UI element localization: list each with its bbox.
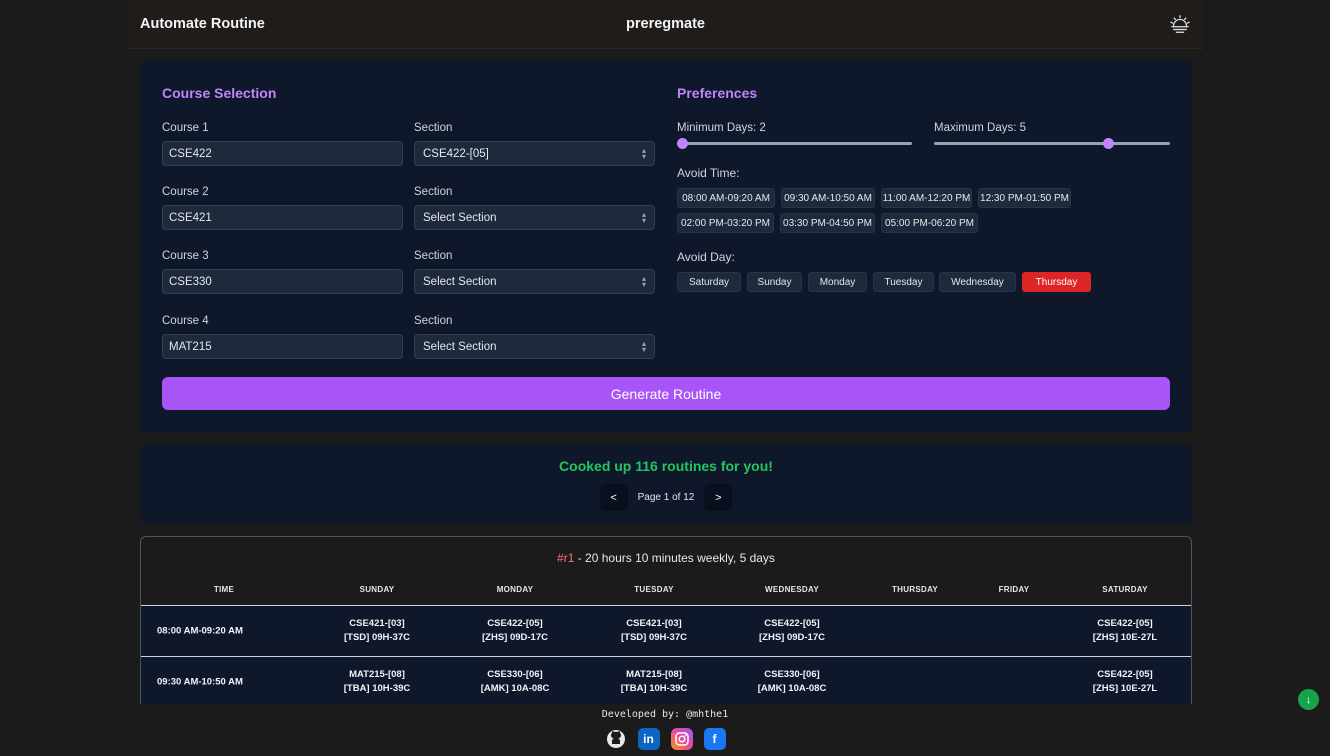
avoid-day-tuesday[interactable]: Tuesday — [873, 272, 934, 292]
avoid-time-chip[interactable]: 11:00 AM-12:20 PM — [881, 188, 972, 208]
course-1-label: Course 1 — [162, 122, 209, 134]
section-2-value: Select Section — [423, 211, 497, 224]
results-panel: Cooked up 116 routines for you! < Page 1… — [140, 444, 1192, 524]
sunrise-icon — [1170, 15, 1190, 33]
section-2-select[interactable]: Select Section ▴ ▾ — [414, 205, 655, 230]
routine-table-header: TIME SUNDAY MONDAY TUESDAY WEDNESDAY THU… — [141, 585, 1191, 605]
social-links: in f — [0, 728, 1330, 750]
class-cell: CSE330-[06] [AMK] 10A-08C — [757, 669, 827, 694]
time-cell: 08:00 AM-09:20 AM — [157, 625, 243, 636]
next-page-button[interactable]: > — [704, 484, 733, 511]
avoid-time-chip[interactable]: 02:00 PM-03:20 PM — [677, 213, 774, 233]
max-days-slider[interactable] — [934, 138, 1170, 149]
select-arrows-icon: ▴ ▾ — [641, 209, 646, 225]
section-1-value: CSE422-[05] — [423, 147, 489, 160]
table-row: 08:00 AM-09:20 AM CSE421-[03] [TSD] 09H-3… — [141, 605, 1191, 655]
section-4-label: Section — [414, 315, 453, 327]
course-2-label: Course 2 — [162, 186, 209, 198]
routine-card: #r1 - 20 hours 10 minutes weekly, 5 days… — [140, 536, 1192, 704]
linkedin-icon[interactable]: in — [637, 728, 660, 750]
min-days-slider[interactable] — [677, 138, 912, 149]
avoid-time-chip[interactable]: 03:30 PM-04:50 PM — [780, 213, 875, 233]
results-message: Cooked up 116 routines for you! — [559, 458, 773, 474]
class-cell: CSE421-[03] [TSD] 09H-37C — [621, 618, 687, 643]
routine-title: #r1 - 20 hours 10 minutes weekly, 5 days — [141, 551, 1191, 565]
avoid-time-chip[interactable]: 05:00 PM-06:20 PM — [881, 213, 978, 233]
class-cell: MAT215-[08] [TBA] 10H-39C — [620, 669, 688, 694]
class-cell: CSE330-[06] [AMK] 10A-08C — [480, 669, 550, 694]
header-time: TIME — [213, 585, 235, 594]
avoid-time-chip[interactable]: 12:30 PM-01:50 PM — [978, 188, 1071, 208]
section-3-select[interactable]: Select Section ▴ ▾ — [414, 269, 655, 294]
routine-summary: - 20 hours 10 minutes weekly, 5 days — [574, 551, 775, 565]
instagram-icon[interactable] — [670, 728, 693, 750]
header-tuesday: TUESDAY — [634, 585, 674, 594]
course-4-label: Course 4 — [162, 315, 209, 327]
section-3-label: Section — [414, 250, 453, 262]
brand-logo-text[interactable]: preregmate — [626, 16, 705, 32]
course-2-input[interactable]: CSE421 — [162, 205, 403, 230]
generate-routine-button[interactable]: Generate Routine — [162, 377, 1170, 410]
course-3-label: Course 3 — [162, 250, 209, 262]
course-4-input[interactable]: MAT215 — [162, 334, 403, 359]
section-1-select[interactable]: CSE422-[05] ▴ ▾ — [414, 141, 655, 166]
header-sunday: SUNDAY — [359, 585, 395, 594]
avoid-time-chip[interactable]: 08:00 AM-09:20 AM — [677, 188, 775, 208]
section-4-value: Select Section — [423, 340, 497, 353]
max-days-label: Maximum Days: 5 — [934, 122, 1027, 134]
avoid-time-label: Avoid Time: — [677, 166, 740, 180]
facebook-icon[interactable]: f — [703, 728, 726, 750]
header-thursday: THURSDAY — [891, 585, 939, 594]
select-arrows-icon: ▴ ▾ — [641, 338, 646, 354]
min-days-label: Minimum Days: 2 — [677, 122, 766, 134]
header-wednesday: WEDNESDAY — [765, 585, 819, 594]
section-3-value: Select Section — [423, 275, 497, 288]
avoid-day-saturday[interactable]: Saturday — [677, 272, 741, 292]
routine-form-panel: Course Selection Course 1 Section CSE422… — [140, 60, 1192, 432]
avoid-day-monday[interactable]: Monday — [808, 272, 867, 292]
avoid-time-chip[interactable]: 09:30 AM-10:50 AM — [781, 188, 875, 208]
class-cell: CSE422-[05] [ZHS] 09D-17C — [482, 618, 548, 643]
avoid-day-label: Avoid Day: — [677, 250, 735, 264]
course-selection-title: Course Selection — [162, 85, 277, 101]
avoid-day-wednesday[interactable]: Wednesday — [939, 272, 1016, 292]
previous-page-button[interactable]: < — [599, 484, 628, 511]
page-indicator: Page 1 of 12 — [637, 492, 695, 503]
preferences-title: Preferences — [677, 85, 758, 101]
top-navbar: Automate Routine preregmate — [128, 0, 1203, 49]
app-title: Automate Routine — [140, 16, 265, 32]
course-3-input[interactable]: CSE330 — [162, 269, 403, 294]
github-icon[interactable] — [605, 728, 627, 750]
header-monday: MONDAY — [496, 585, 534, 594]
course-1-input[interactable]: CSE422 — [162, 141, 403, 166]
select-arrows-icon: ▴ ▾ — [641, 145, 646, 161]
scroll-down-button[interactable]: ↓ — [1298, 689, 1319, 710]
pagination: < Page 1 of 12 > — [599, 484, 733, 511]
footer: Developed by: @mhthe1 in f — [0, 709, 1330, 750]
time-cell: 09:30 AM-10:50 AM — [157, 676, 243, 687]
class-cell: MAT215-[08] [TBA] 10H-39C — [343, 669, 411, 694]
select-arrows-icon: ▴ ▾ — [641, 273, 646, 289]
section-4-select[interactable]: Select Section ▴ ▾ — [414, 334, 655, 359]
class-cell: CSE422-[05] [ZHS] 10E-27L — [1092, 618, 1158, 643]
class-cell: CSE422-[05] [ZHS] 09D-17C — [759, 618, 825, 643]
class-cell: CSE421-[03] [TSD] 09H-37C — [344, 618, 410, 643]
min-days-slider-thumb[interactable] — [677, 138, 688, 149]
theme-toggle-button[interactable] — [1169, 13, 1191, 35]
developer-credit: Developed by: @mhthe1 — [601, 709, 729, 720]
section-2-label: Section — [414, 186, 453, 198]
header-saturday: SATURDAY — [1102, 585, 1148, 594]
avoid-day-thursday[interactable]: Thursday — [1022, 272, 1091, 292]
arrow-down-icon: ↓ — [1305, 693, 1312, 706]
class-cell: CSE422-[05] [ZHS] 10E-27L — [1092, 669, 1158, 694]
header-friday: FRIDAY — [998, 585, 1030, 594]
routine-number: #r1 — [557, 551, 575, 565]
max-days-slider-thumb[interactable] — [1103, 138, 1114, 149]
section-1-label: Section — [414, 122, 453, 134]
avoid-day-sunday[interactable]: Sunday — [747, 272, 802, 292]
table-row: 09:30 AM-10:50 AM MAT215-[08] [TBA] 10H-3… — [141, 656, 1191, 704]
